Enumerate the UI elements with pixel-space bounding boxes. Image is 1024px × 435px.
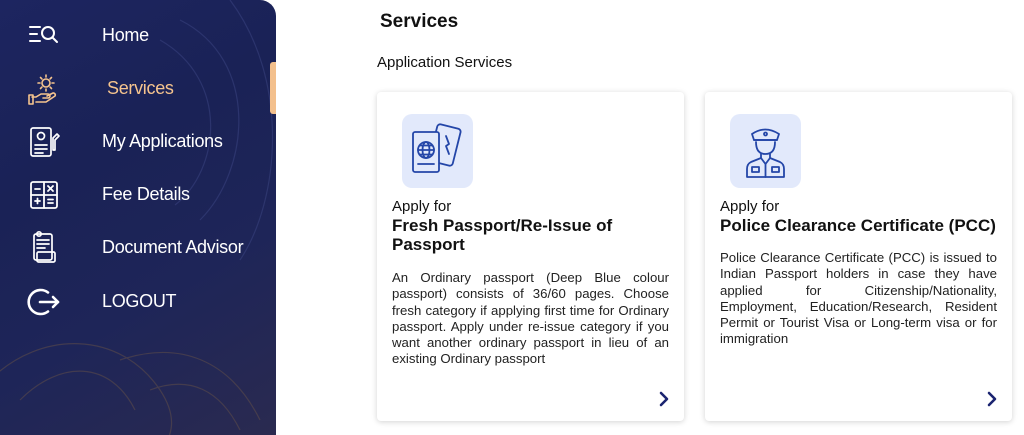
home-search-icon (29, 26, 58, 43)
sidebar-item-label: Home (102, 25, 149, 45)
card-apply-label: Apply for (720, 198, 780, 215)
sidebar: Home Services My Applications Fee Detail… (0, 0, 276, 435)
sidebar-item-label: My Applications (102, 131, 223, 151)
page-title: Services (380, 11, 459, 32)
sidebar-item-document-advisor[interactable]: Document Advisor (0, 222, 276, 272)
sidebar-item-label: LOGOUT (102, 291, 177, 311)
passport-icon-box (402, 114, 473, 188)
document-advisor-icon (33, 230, 56, 263)
card-title: Police Clearance Certificate (PCC) (720, 216, 996, 235)
card-apply-label: Apply for (392, 198, 452, 215)
card-description: Police Clearance Certificate (PCC) is is… (720, 250, 997, 347)
sidebar-item-my-applications[interactable]: My Applications (0, 116, 276, 166)
sidebar-item-label: Fee Details (102, 184, 190, 204)
calculator-icon (30, 181, 58, 209)
police-officer-icon (746, 128, 785, 178)
chevron-right-icon[interactable] (986, 391, 998, 407)
sidebar-item-logout[interactable]: LOGOUT (0, 276, 276, 326)
card-title: Fresh Passport/Re-Issue of Passport (392, 216, 613, 254)
applications-document-icon (30, 127, 60, 157)
sidebar-item-label: Services (107, 78, 174, 98)
police-officer-icon-box (730, 114, 801, 188)
sidebar-item-label: Document Advisor (102, 237, 244, 257)
services-hand-gear-icon (28, 74, 57, 105)
section-title: Application Services (377, 54, 513, 71)
sidebar-item-services[interactable]: Services (0, 63, 276, 113)
logout-icon (27, 288, 60, 316)
sidebar-item-home[interactable]: Home (0, 10, 276, 60)
chevron-right-icon[interactable] (658, 391, 670, 407)
card-police-clearance-certificate[interactable]: Apply for Police Clearance Certificate (… (705, 92, 1012, 421)
passport-icon (412, 123, 462, 173)
card-description: An Ordinary passport (Deep Blue colour p… (392, 270, 669, 367)
sidebar-item-fee-details[interactable]: Fee Details (0, 169, 276, 219)
card-fresh-passport[interactable]: Apply for Fresh Passport/Re-Issue of Pas… (377, 92, 684, 421)
